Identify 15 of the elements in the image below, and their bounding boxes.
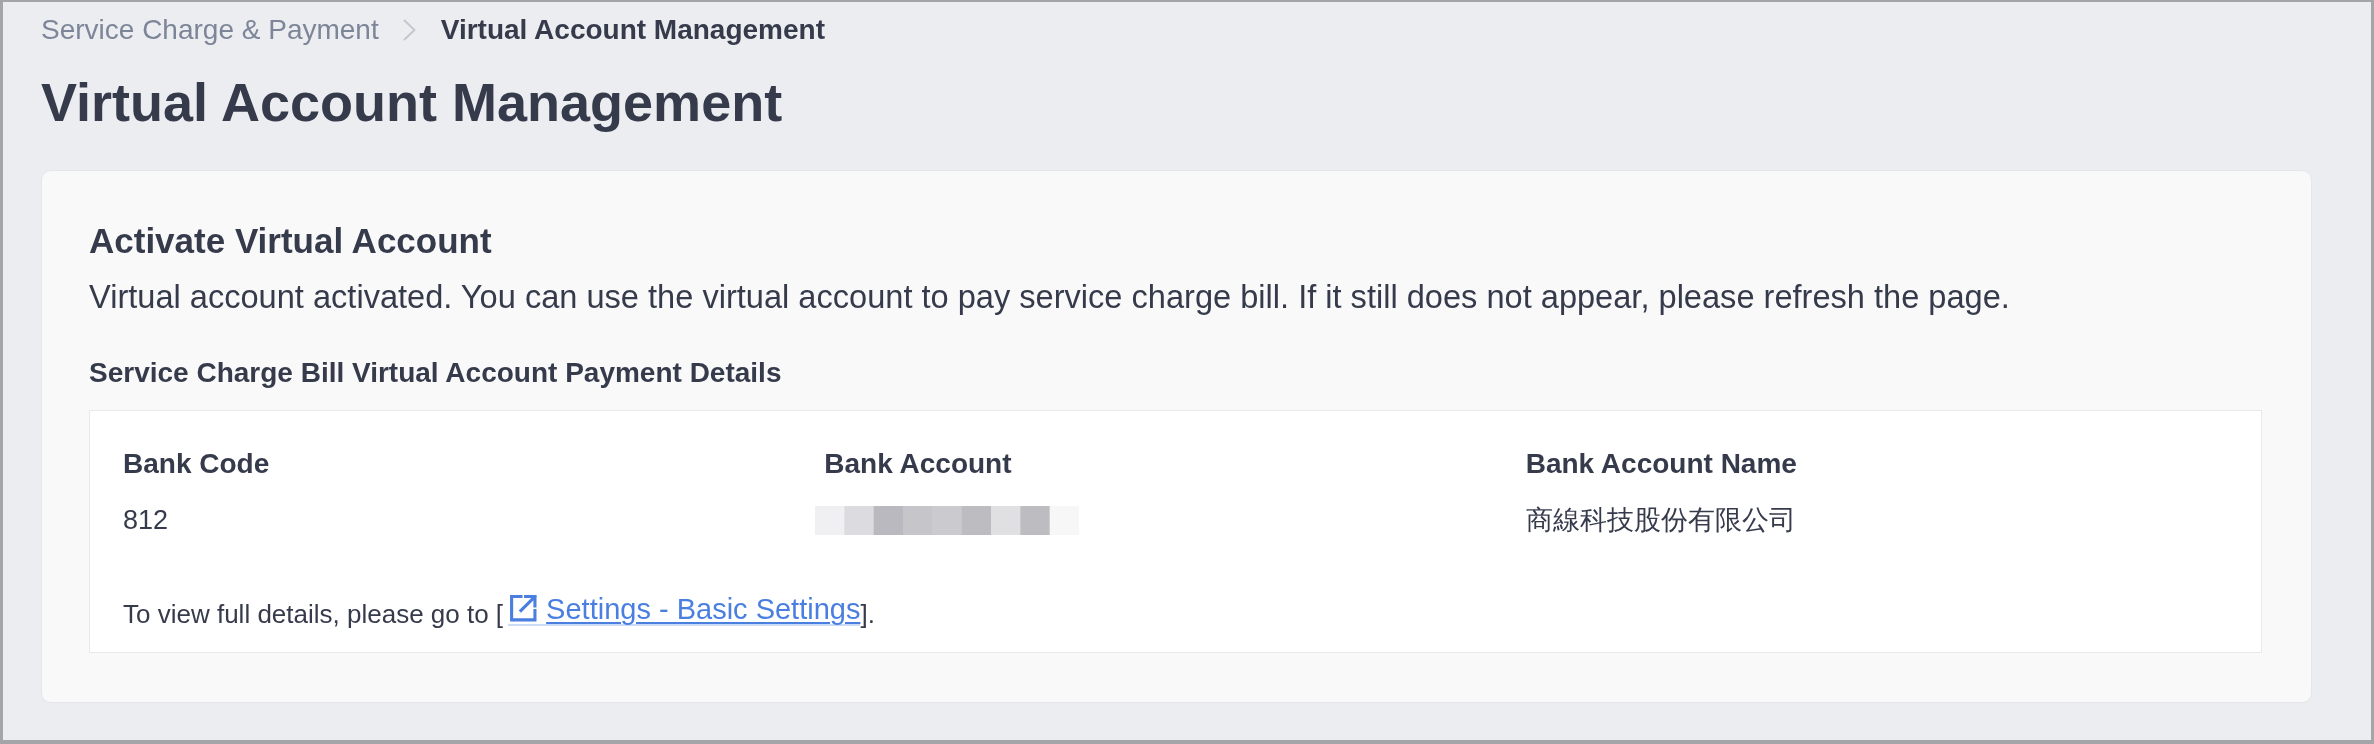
field-label: Bank Account [824, 447, 1012, 481]
status-message: Virtual account activated. You can use the virtual account to pay service charge bill. If it still does not appear, please refresh the page. [89, 278, 2010, 316]
details-note: To view full details, please go to [ Settings - Basic Settings]. [123, 594, 875, 631]
external-link-icon [508, 595, 538, 623]
settings-link[interactable]: Settings - Basic Settings [508, 594, 861, 626]
field-label: Bank Account Name [1525, 447, 1797, 481]
field-value: 812 [123, 504, 169, 537]
current-page-label: Virtual Account Management [440, 13, 825, 47]
section-title: Service Charge Bill Virtual Account Payment Details [89, 357, 782, 389]
card-title: Activate Virtual Account [89, 220, 492, 262]
chevron-right-icon [402, 19, 416, 41]
breadcrumb-link[interactable]: Service Charge & Payment [41, 13, 379, 47]
field-value: 商線科技股份有限公司 [1525, 504, 1796, 537]
page-title: Virtual Account Management [41, 71, 783, 134]
field-label: Bank Code [123, 447, 270, 481]
